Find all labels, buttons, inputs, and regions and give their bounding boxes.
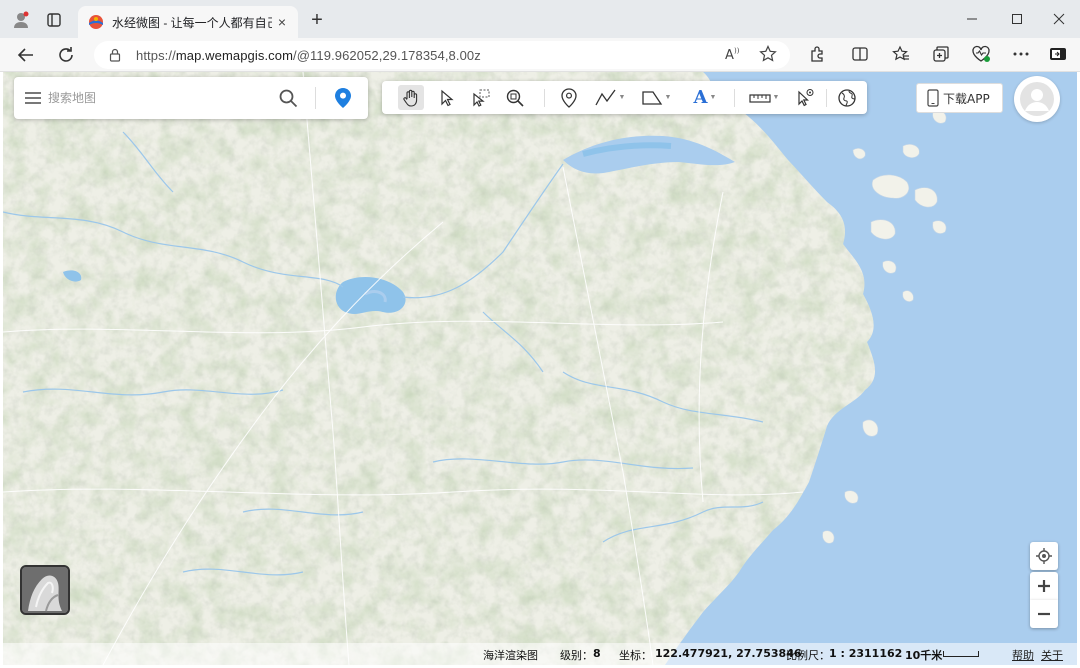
- toolbar-divider: [544, 89, 545, 107]
- scale-value: 1 : 2311162: [829, 647, 903, 660]
- download-app-button[interactable]: 下载APP: [916, 83, 1003, 113]
- toolbar-divider: [826, 89, 827, 107]
- url-text: https://map.wemapgis.com/@119.962052,29.…: [136, 47, 481, 63]
- search-box: [14, 77, 368, 119]
- favorite-star-icon[interactable]: [755, 41, 781, 67]
- tab-actions-icon[interactable]: [40, 8, 68, 32]
- box-select-icon[interactable]: [468, 85, 494, 110]
- minus-icon: [1038, 612, 1050, 616]
- zoom-in-button[interactable]: [1030, 572, 1058, 600]
- svg-text:A: A: [725, 48, 734, 62]
- phone-icon: [927, 89, 939, 107]
- url-field[interactable]: https://map.wemapgis.com/@119.962052,29.…: [94, 41, 790, 69]
- select-pointer-icon[interactable]: [434, 85, 460, 110]
- pan-tool-icon[interactable]: [398, 85, 424, 110]
- minimize-button[interactable]: [949, 6, 995, 32]
- polygon-tool-icon[interactable]: ▼: [638, 85, 674, 110]
- extensions-icon[interactable]: [804, 41, 830, 67]
- reload-button[interactable]: [53, 42, 79, 68]
- scale-bar-label: 10千米: [905, 649, 943, 662]
- zoom-level-label: 级别：: [560, 649, 593, 662]
- menu-icon[interactable]: [24, 89, 42, 107]
- map-terrain: [3, 72, 1077, 665]
- map-toolbar: ▼ ▼ A ▼ ▼: [382, 81, 867, 114]
- search-input[interactable]: [48, 88, 268, 108]
- svg-text:)): )): [734, 47, 740, 55]
- user-avatar[interactable]: [1014, 76, 1060, 122]
- collections-icon[interactable]: [928, 41, 954, 67]
- polyline-tool-icon[interactable]: ▼: [592, 85, 628, 110]
- browser-titlebar: 水经微图 - 让每一个人都有自己的 × +: [0, 0, 1080, 38]
- close-window-button[interactable]: [1036, 6, 1080, 32]
- identify-pointer-icon[interactable]: [792, 85, 818, 110]
- maximize-button[interactable]: [994, 6, 1040, 32]
- text-tool-icon[interactable]: A ▼: [688, 85, 722, 110]
- layer-switcher-thumbnail[interactable]: [20, 565, 70, 615]
- measure-ruler-icon[interactable]: ▼: [746, 85, 782, 110]
- map-canvas[interactable]: ▼ ▼ A▼ ▼ 下载APP: [3, 72, 1077, 665]
- terrain-layer-icon: [22, 567, 68, 613]
- site-favicon-icon: [89, 15, 103, 29]
- read-aloud-icon[interactable]: A)): [720, 41, 746, 67]
- tab-title: 水经微图 - 让每一个人都有自己的: [112, 15, 272, 30]
- profile-icon[interactable]: [7, 8, 35, 32]
- tab-close-icon[interactable]: ×: [274, 14, 290, 30]
- coordinate-label: 坐标：: [619, 649, 652, 662]
- search-divider: [315, 87, 316, 109]
- plus-icon: [1038, 580, 1050, 592]
- layer-name: 海洋渲染图: [483, 649, 538, 662]
- new-tab-button[interactable]: +: [306, 10, 328, 32]
- globe-icon[interactable]: [834, 85, 860, 110]
- my-location-button[interactable]: [1030, 542, 1058, 570]
- back-button[interactable]: [13, 42, 39, 68]
- toolbar-divider: [734, 89, 735, 107]
- zoom-level-value: 8: [593, 647, 601, 660]
- map-status-bar: 海洋渲染图 级别： 8 坐标： 122.477921, 27.753846 比例…: [3, 643, 1077, 665]
- zoom-out-button[interactable]: [1030, 600, 1058, 628]
- marker-tool-icon[interactable]: [556, 85, 582, 110]
- more-options-icon[interactable]: [1008, 41, 1034, 67]
- crosshair-icon: [1036, 548, 1052, 564]
- tab-active[interactable]: 水经微图 - 让每一个人都有自己的 ×: [78, 6, 298, 38]
- user-icon: [1020, 82, 1054, 116]
- address-bar: https://map.wemapgis.com/@119.962052,29.…: [0, 38, 1080, 72]
- scale-label: 比例尺：: [786, 649, 830, 662]
- lock-icon[interactable]: [108, 48, 122, 62]
- split-screen-icon[interactable]: [847, 41, 873, 67]
- favorites-icon[interactable]: [888, 41, 914, 67]
- location-pin-icon[interactable]: [332, 87, 354, 109]
- about-link[interactable]: 关于: [1041, 647, 1063, 663]
- zoom-extent-icon[interactable]: [502, 85, 528, 110]
- scale-bar: [943, 651, 979, 657]
- coordinate-value: 122.477921, 27.753846: [655, 647, 802, 660]
- download-app-label: 下载APP: [943, 91, 990, 106]
- search-icon[interactable]: [278, 88, 298, 108]
- performance-icon[interactable]: [968, 41, 994, 67]
- help-link[interactable]: 帮助: [1012, 647, 1034, 663]
- sidebar-toggle-icon[interactable]: [1045, 41, 1071, 67]
